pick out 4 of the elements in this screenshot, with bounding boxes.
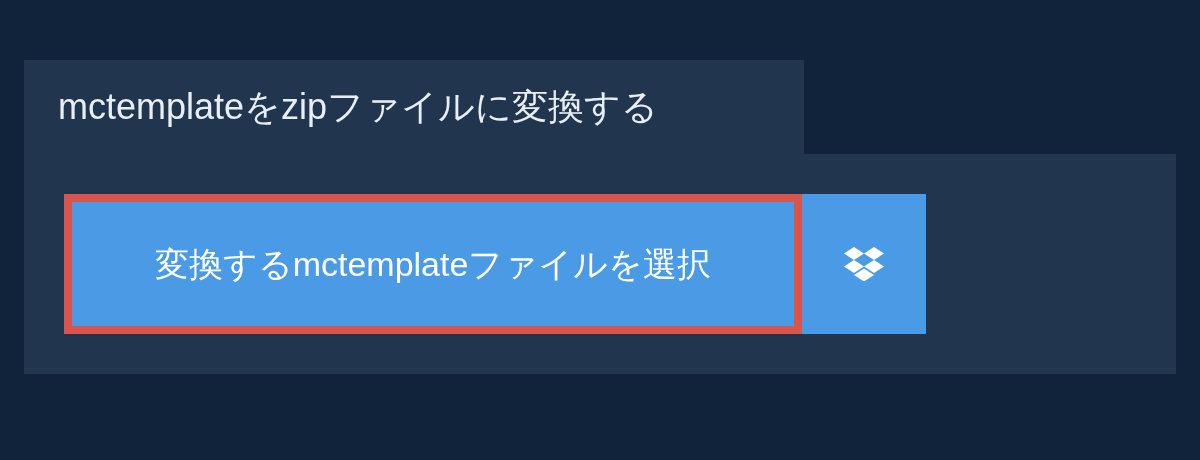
dropbox-button[interactable] bbox=[802, 194, 926, 334]
dropbox-icon bbox=[844, 247, 884, 281]
tab[interactable]: mctemplateをzipファイルに変換する bbox=[24, 60, 804, 154]
tab-title: mctemplateをzipファイルに変換する bbox=[58, 85, 659, 129]
